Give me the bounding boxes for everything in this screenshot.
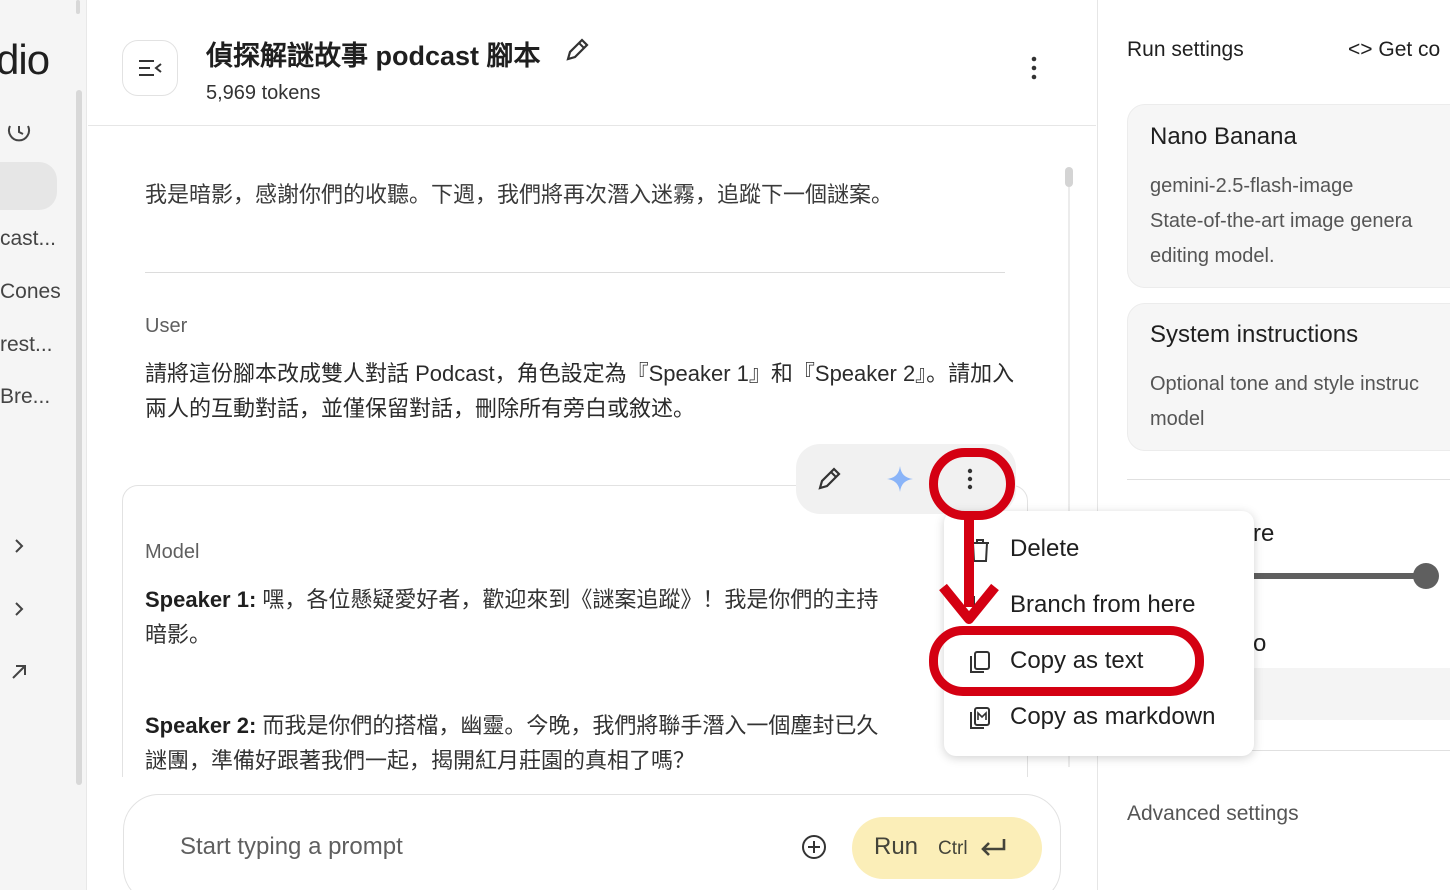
speaker-text: 而我是你們的搭檔，幽靈。今晚，我們將聯手潛入一個塵封已久: [256, 713, 879, 738]
message-divider: [145, 272, 1005, 273]
token-count: 5,969 tokens: [206, 82, 321, 104]
advanced-settings-toggle[interactable]: Advanced settings: [1127, 802, 1299, 826]
run-button[interactable]: Run Ctrl: [852, 817, 1042, 879]
chat-header: 偵探解謎故事 podcast 腳本 5,969 tokens: [88, 0, 1096, 126]
edit-title-icon[interactable]: [563, 36, 591, 64]
history-icon[interactable]: [6, 118, 32, 144]
speaker-text-cont: 暗影。: [145, 622, 212, 647]
aspect-ratio-label: o: [1253, 630, 1267, 657]
prompt-box: Start typing a prompt Run Ctrl: [123, 794, 1061, 890]
run-label: Run: [874, 833, 919, 860]
speaker-label: Speaker 2:: [145, 713, 257, 738]
menu-item-label: Branch from here: [1010, 591, 1196, 618]
app-brand: dio: [0, 36, 50, 83]
toggle-history-button[interactable]: [122, 40, 178, 96]
model-description-cont: editing model.: [1150, 245, 1275, 267]
left-sidebar: dio cast... Cones rest... Bre...: [0, 0, 87, 890]
system-instructions-title: System instructions: [1150, 321, 1359, 348]
more-vert-icon[interactable]: [1024, 52, 1044, 84]
run-settings-title: Run settings: [1127, 38, 1244, 61]
menu-item-label: Copy as markdown: [1010, 703, 1216, 730]
recent-item-2[interactable]: Cones: [0, 280, 61, 304]
user-role-label: User: [145, 315, 188, 337]
system-instructions-card[interactable]: System instructions Optional tone and st…: [1127, 303, 1450, 451]
model-line: Speaker 2: 而我是你們的搭檔，幽靈。今晚，我們將聯手潛入一個塵封已久 …: [145, 708, 1025, 777]
menu-item-label: Delete: [1010, 535, 1080, 562]
model-role-label: Model: [145, 541, 200, 563]
sidebar-scrollbar-top[interactable]: [76, 0, 80, 14]
enter-key-icon: [981, 839, 1006, 856]
external-link-icon[interactable]: [8, 661, 30, 683]
chevron-right-icon[interactable]: [8, 598, 30, 620]
model-id: gemini-2.5-flash-image: [1150, 175, 1354, 197]
temperature-slider-thumb[interactable]: [1413, 563, 1439, 589]
menu-collapse-icon: [139, 60, 162, 76]
copy-markdown-icon: [970, 707, 990, 729]
code-icon: <>: [1348, 38, 1379, 61]
add-circle-icon[interactable]: [800, 833, 828, 861]
temperature-slider-track[interactable]: [1248, 573, 1423, 579]
system-instructions-placeholder: Optional tone and style instruc: [1150, 373, 1420, 395]
model-name: Nano Banana: [1150, 123, 1297, 150]
recent-item-1[interactable]: cast...: [0, 227, 56, 251]
previous-model-message: 我是暗影，感謝你們的收聽。下週，我們將再次潛入迷霧，追蹤下一個謎案。: [145, 182, 894, 207]
active-nav-item[interactable]: [0, 162, 57, 210]
settings-divider: [1127, 479, 1450, 480]
prompt-input[interactable]: Start typing a prompt: [180, 833, 403, 861]
model-selector-card[interactable]: Nano Banana gemini-2.5-flash-image State…: [1127, 104, 1450, 288]
sparkle-icon[interactable]: [885, 464, 915, 494]
user-message: 請將這份腳本改成雙人對話 Podcast，角色設定為『Speaker 1』和『S…: [145, 361, 1015, 421]
speaker-text-cont: 謎團，準備好跟著我們一起，揭開紅月莊園的真相了嗎？: [145, 748, 696, 773]
annotation-arrow: [939, 515, 999, 624]
annotation-highlight: [929, 626, 1204, 696]
sidebar-scrollbar[interactable]: [76, 90, 82, 785]
run-settings-panel: Run settings <> Get co Nano Banana gemin…: [1097, 0, 1450, 890]
edit-message-icon[interactable]: [814, 464, 844, 494]
menu-item-copy-markdown[interactable]: Copy as markdown: [944, 693, 1254, 743]
recent-item-4[interactable]: Bre...: [0, 385, 50, 409]
speaker-label: Speaker 1:: [145, 587, 257, 612]
get-code-label: Get co: [1378, 38, 1441, 61]
aspect-ratio-select[interactable]: [1248, 668, 1450, 720]
recent-item-3[interactable]: rest...: [0, 333, 53, 357]
get-code-button[interactable]: <> Get co: [1348, 38, 1440, 62]
chevron-right-icon[interactable]: [8, 535, 30, 557]
annotation-circle: [929, 448, 1015, 520]
model-line: Speaker 1: 嘿，各位懸疑愛好者，歡迎來到《謎案追蹤》！我是你們的主持 …: [145, 582, 1025, 652]
run-shortcut: Ctrl: [938, 838, 968, 859]
model-message-card: Model Speaker 1: 嘿，各位懸疑愛好者，歡迎來到《謎案追蹤》！我是…: [122, 485, 1028, 777]
temperature-label: re: [1253, 520, 1275, 547]
chat-scrollbar-thumb[interactable]: [1065, 167, 1073, 187]
system-instructions-placeholder-cont: model: [1150, 408, 1205, 430]
speaker-text: 嘿，各位懸疑愛好者，歡迎來到《謎案追蹤》！我是你們的主持: [256, 587, 879, 612]
model-description: State-of-the-art image genera: [1150, 210, 1413, 232]
page-title: 偵探解謎故事 podcast 腳本: [206, 41, 541, 71]
